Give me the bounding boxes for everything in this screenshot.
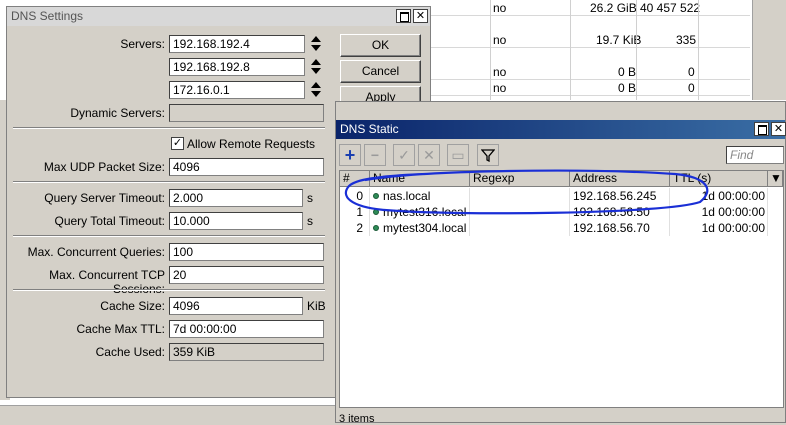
bg-cell: 0 B bbox=[618, 81, 637, 95]
cache-used-label: Cache Used: bbox=[95, 345, 165, 359]
max-udp-field[interactable]: 4096 bbox=[169, 158, 324, 176]
max-concurrent-tcp-label: Max. Concurrent TCP Sessions: bbox=[49, 268, 165, 296]
max-concurrent-queries-field[interactable]: 100 bbox=[169, 243, 324, 261]
toolbar: + − ✓ ✕ ▭ Find bbox=[339, 144, 784, 167]
row-regexp bbox=[470, 220, 570, 236]
query-server-timeout-field[interactable]: 2.000 bbox=[169, 189, 303, 207]
status-bar: 3 items bbox=[339, 413, 375, 425]
column-divider bbox=[570, 0, 571, 100]
cache-used-field: 359 KiB bbox=[169, 343, 324, 361]
bg-cell: 0 B bbox=[618, 65, 637, 79]
separator bbox=[13, 127, 325, 129]
column-divider bbox=[698, 0, 699, 100]
seconds-unit: s bbox=[307, 214, 313, 228]
max-concurrent-tcp-field[interactable]: 20 bbox=[169, 266, 324, 284]
bg-cell: 26.2 GiB bbox=[590, 1, 637, 15]
maximize-icon[interactable] bbox=[754, 122, 769, 136]
bg-cell: no bbox=[493, 65, 507, 79]
cache-max-ttl-field[interactable]: 7d 00:00:00 bbox=[169, 320, 324, 338]
row-ttl: 1d 00:00:00 bbox=[670, 220, 768, 236]
cache-max-ttl-label: Cache Max TTL: bbox=[76, 322, 165, 336]
server-field-3[interactable]: 172.16.0.1 bbox=[169, 81, 305, 99]
column-divider bbox=[490, 0, 491, 100]
table-row[interactable]: 2 mytest304.local 192.168.56.70 1d 00:00… bbox=[340, 220, 783, 236]
max-udp-label: Max UDP Packet Size: bbox=[43, 160, 165, 174]
cancel-button[interactable]: Cancel bbox=[340, 60, 421, 83]
cache-size-unit: KiB bbox=[307, 299, 326, 313]
bg-cell: no bbox=[493, 81, 507, 95]
query-total-timeout-label: Query Total Timeout: bbox=[54, 214, 166, 228]
bg-cell: 0 bbox=[688, 65, 695, 79]
filter-icon[interactable] bbox=[477, 144, 499, 166]
bg-cell: 0 bbox=[688, 81, 695, 95]
table-row[interactable]: no 0 B 0 bbox=[430, 80, 750, 96]
bg-cell: no bbox=[493, 1, 507, 15]
table-row[interactable]: no 26.2 GiB 40 457 522 bbox=[430, 0, 750, 16]
query-server-timeout-label: Query Server Timeout: bbox=[44, 191, 165, 205]
bg-cell: 19.7 KiB bbox=[596, 33, 642, 47]
annotation-ellipse bbox=[344, 169, 709, 215]
comment-icon[interactable]: ▭ bbox=[447, 144, 469, 166]
row-name: mytest304.local bbox=[370, 220, 470, 236]
row-name-text: mytest304.local bbox=[383, 221, 467, 235]
column-menu-icon[interactable]: ▼ bbox=[768, 171, 783, 187]
close-icon[interactable]: ✕ bbox=[771, 122, 786, 136]
bg-cell: no bbox=[493, 33, 507, 47]
server-field-2[interactable]: 192.168.192.8 bbox=[169, 58, 305, 76]
table-row[interactable]: no 19.7 KiB 335 bbox=[430, 32, 750, 48]
query-total-timeout-field[interactable]: 10.000 bbox=[169, 212, 303, 230]
annotation-stroke bbox=[344, 169, 709, 215]
row-num: 2 bbox=[340, 220, 370, 236]
table-row[interactable]: no 0 B 0 bbox=[430, 64, 750, 80]
cache-size-label: Cache Size: bbox=[100, 299, 165, 313]
servers-label: Servers: bbox=[120, 37, 165, 51]
seconds-unit: s bbox=[307, 191, 313, 205]
bg-cell: 40 457 522 bbox=[640, 1, 701, 15]
reorder-arrows-icon[interactable] bbox=[310, 36, 322, 52]
dns-static-titlebar[interactable]: DNS Static bbox=[336, 120, 785, 139]
reorder-arrows-icon[interactable] bbox=[310, 59, 322, 75]
remove-icon[interactable]: − bbox=[364, 144, 386, 166]
column-divider bbox=[636, 0, 637, 100]
bg-cell: 335 bbox=[676, 33, 697, 47]
dynamic-servers-field bbox=[169, 104, 324, 122]
enabled-icon bbox=[373, 225, 379, 231]
maximize-icon[interactable] bbox=[396, 9, 411, 23]
background-scrollbar[interactable] bbox=[752, 0, 786, 100]
close-icon[interactable]: ✕ bbox=[413, 9, 428, 23]
separator bbox=[13, 181, 325, 183]
separator bbox=[13, 289, 325, 291]
cache-size-field[interactable]: 4096 bbox=[169, 297, 303, 315]
ok-button[interactable]: OK bbox=[340, 34, 421, 57]
disable-icon[interactable]: ✕ bbox=[418, 144, 440, 166]
allow-remote-label[interactable]: Allow Remote Requests bbox=[187, 137, 315, 151]
window-title: DNS Static bbox=[340, 122, 399, 136]
enable-icon[interactable]: ✓ bbox=[393, 144, 415, 166]
reorder-arrows-icon[interactable] bbox=[310, 82, 322, 98]
find-input[interactable]: Find bbox=[726, 146, 784, 164]
row-address: 192.168.56.70 bbox=[570, 220, 670, 236]
add-icon[interactable]: + bbox=[339, 144, 361, 166]
dynamic-servers-label: Dynamic Servers: bbox=[70, 106, 165, 120]
server-field-1[interactable]: 192.168.192.4 bbox=[169, 35, 305, 53]
max-concurrent-queries-label: Max. Concurrent Queries: bbox=[27, 245, 165, 259]
separator bbox=[13, 235, 325, 237]
window-title: DNS Settings bbox=[11, 9, 84, 23]
background-status-bar bbox=[0, 405, 340, 423]
allow-remote-checkbox[interactable]: ✓ bbox=[171, 137, 184, 150]
dns-settings-titlebar[interactable]: DNS Settings bbox=[7, 7, 430, 26]
